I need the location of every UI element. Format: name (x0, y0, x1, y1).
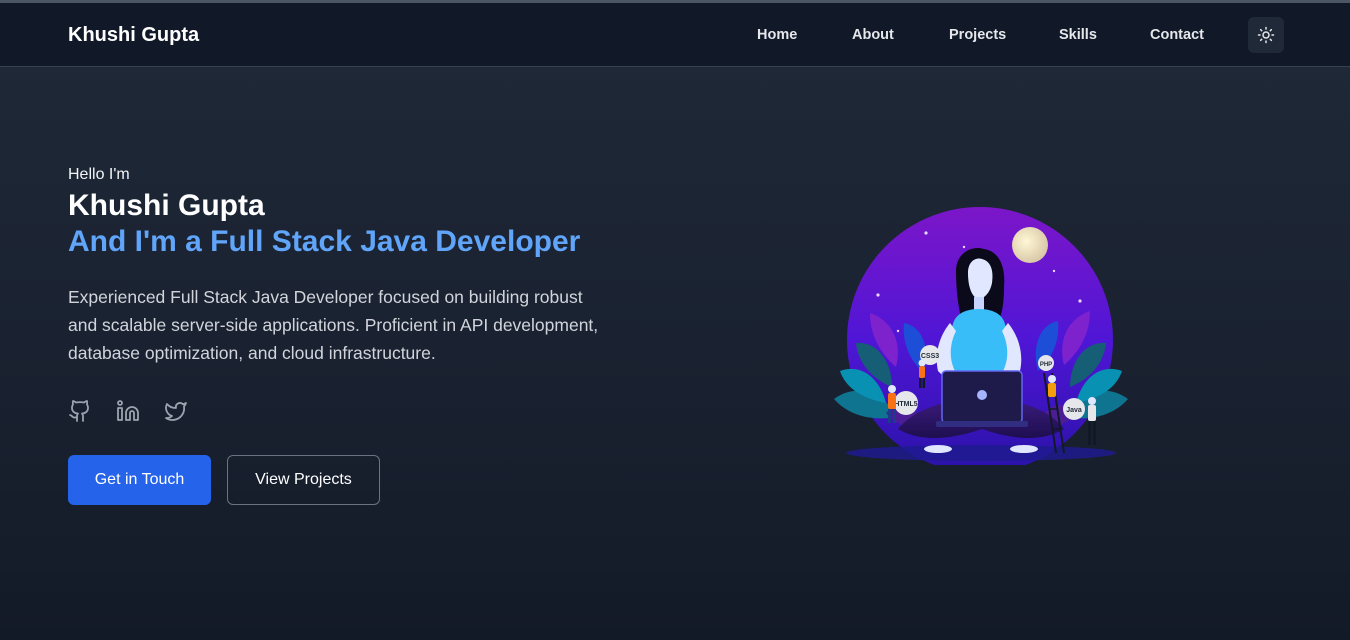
nav-link-contact[interactable]: Contact (1150, 25, 1204, 45)
nav-link-home[interactable]: Home (757, 25, 797, 45)
svg-text:Java: Java (1066, 407, 1082, 414)
nav-link-skills[interactable]: Skills (1059, 25, 1097, 45)
laptop-shape (936, 370, 1028, 427)
sun-icon (1257, 26, 1275, 44)
twitter-link[interactable] (164, 399, 188, 423)
svg-text:HTML5: HTML5 (894, 401, 917, 408)
hero-role: And I'm a Full Stack Java Developer (68, 225, 581, 258)
navbar: Khushi Gupta Home About Projects Skills … (0, 3, 1350, 67)
java-badge: Java (1063, 398, 1085, 420)
developer-illustration: CSS3 PHP HTML5 Java (834, 207, 1128, 465)
linkedin-icon (117, 400, 139, 421)
github-icon (69, 400, 89, 422)
github-link[interactable] (68, 399, 92, 423)
moon-shape (1012, 227, 1048, 263)
social-links (68, 399, 188, 423)
nav-link-about[interactable]: About (852, 25, 894, 45)
hero-greeting: Hello I'm (68, 166, 130, 183)
nav-link-projects[interactable]: Projects (949, 25, 1006, 45)
php-badge: PHP (1038, 355, 1054, 371)
hero-name: Khushi Gupta (68, 189, 265, 222)
view-projects-button[interactable]: View Projects (227, 455, 380, 505)
svg-text:PHP: PHP (1040, 362, 1052, 368)
html5-badge: HTML5 (894, 391, 918, 415)
get-in-touch-button[interactable]: Get in Touch (68, 455, 211, 505)
twitter-icon (165, 402, 187, 421)
hero-description: Experienced Full Stack Java Developer fo… (68, 287, 599, 363)
svg-text:CSS3: CSS3 (921, 353, 939, 360)
brand-logo[interactable]: Khushi Gupta (68, 22, 199, 48)
theme-toggle-button[interactable] (1248, 17, 1284, 53)
linkedin-link[interactable] (116, 399, 140, 423)
